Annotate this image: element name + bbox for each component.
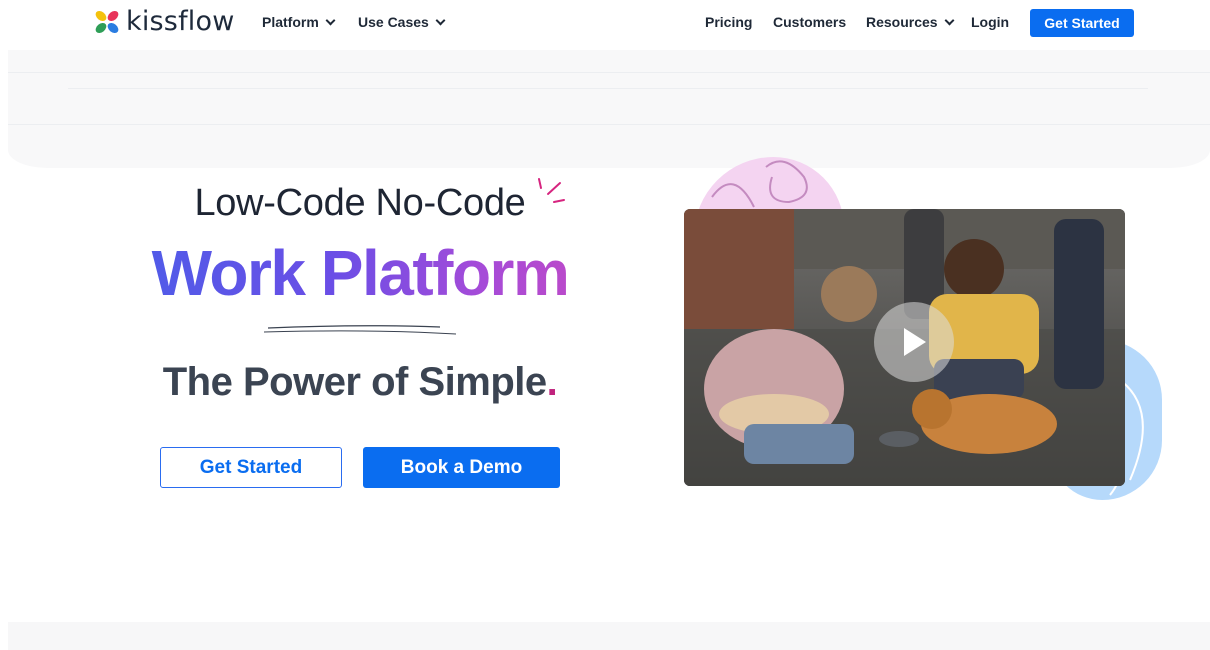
nav-platform[interactable]: Platform — [262, 14, 336, 30]
nav-get-started-button[interactable]: Get Started — [1030, 9, 1134, 37]
logo-text: kissflow — [126, 6, 235, 37]
sparkle-icon — [538, 178, 565, 203]
hero-title: Work Platform — [120, 236, 600, 310]
hero-tagline: The Power of Simple. — [110, 360, 610, 405]
play-video-button[interactable] — [874, 302, 954, 382]
nav-customers[interactable]: Customers — [773, 14, 846, 30]
nav-customers-label: Customers — [773, 14, 847, 30]
kissflow-logo[interactable]: kissflow — [94, 8, 234, 36]
nav-platform-label: Platform — [262, 14, 319, 30]
hero-tagline-dot: . — [546, 360, 558, 404]
nav-login-label: Login — [971, 14, 1010, 30]
nav-use-cases[interactable]: Use Cases — [358, 14, 446, 30]
nav-use-cases-label: Use Cases — [358, 14, 429, 30]
kissflow-logo-icon — [95, 10, 119, 34]
hero-tagline-text: The Power of Simple — [162, 360, 547, 404]
nav-resources[interactable]: Resources — [866, 14, 955, 30]
section-divider-band — [8, 622, 1210, 650]
chevron-down-icon — [944, 15, 955, 25]
chevron-down-icon — [435, 15, 446, 25]
top-navigation: kissflow Platform Use Cases Pricing Cust… — [0, 0, 1210, 46]
hero-get-started-button[interactable]: Get Started — [160, 447, 342, 488]
play-icon — [904, 328, 926, 356]
hero-subtitle: Low-Code No-Code — [194, 182, 526, 224]
nav-pricing[interactable]: Pricing — [705, 14, 752, 30]
nav-resources-label: Resources — [866, 14, 938, 30]
chevron-down-icon — [325, 15, 336, 25]
book-demo-button[interactable]: Book a Demo — [363, 447, 560, 488]
nav-pricing-label: Pricing — [705, 14, 753, 30]
underline-scribble-icon — [263, 325, 457, 335]
announcement-banner — [8, 50, 1210, 168]
nav-login[interactable]: Login — [971, 14, 1009, 30]
